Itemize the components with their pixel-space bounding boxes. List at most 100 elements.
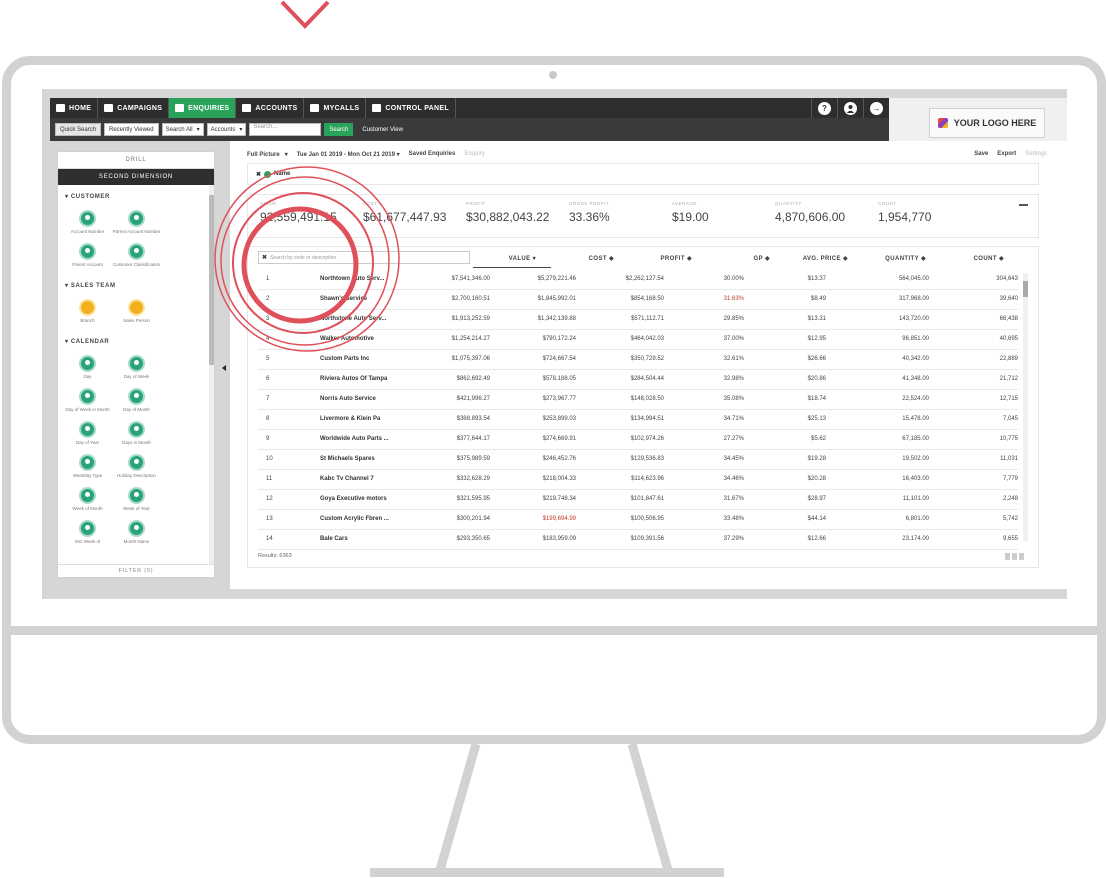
dimension-item[interactable]: Week of Month bbox=[63, 487, 112, 517]
dimension-item[interactable]: Branch bbox=[63, 299, 112, 329]
minimize-icon[interactable] bbox=[1019, 204, 1028, 206]
left-scrollbar[interactable] bbox=[209, 185, 214, 565]
row-cell: 7,045 bbox=[1002, 416, 1018, 422]
settings-button[interactable]: Settings bbox=[1025, 151, 1047, 157]
logout-arrow-icon[interactable]: → bbox=[870, 101, 883, 115]
drill-tab[interactable]: DRILL bbox=[58, 152, 214, 169]
user-icon[interactable] bbox=[844, 101, 857, 115]
dimension-item[interactable]: Day of Week in Month bbox=[63, 388, 112, 418]
column-header[interactable]: PROFIT ◆ bbox=[661, 255, 692, 262]
section-title[interactable]: ▾ CALENDAR bbox=[58, 338, 214, 345]
saved-enquiries-link[interactable]: Saved Enquiries bbox=[409, 151, 456, 157]
dimension-item[interactable]: Days in Month bbox=[112, 421, 161, 451]
column-header[interactable]: COST ◆ bbox=[589, 255, 614, 262]
row-cell: 33.48% bbox=[723, 516, 744, 522]
second-dimension-tab[interactable]: SECOND DIMENSION bbox=[58, 169, 214, 185]
row-index: 14 bbox=[266, 536, 273, 542]
table-row[interactable]: 9 Worldwide Auto Parts ... $377,644.17 $274… bbox=[258, 430, 1018, 450]
dimension-item[interactable]: Day bbox=[63, 355, 112, 385]
dimension-item[interactable]: Day of Month bbox=[112, 388, 161, 418]
dimension-icon-grid: Day Day of Week Day of Week in Month Day of… bbox=[58, 355, 214, 553]
dimension-item[interactable]: Customer Classification bbox=[112, 243, 161, 273]
nav-item-home[interactable]: HOME bbox=[50, 98, 99, 118]
dimension-label: Weekday Type bbox=[72, 473, 103, 478]
dimension-icon bbox=[79, 388, 96, 405]
dimension-item[interactable]: Week of Year bbox=[112, 487, 161, 517]
dimension-item[interactable]: Parent Account Number bbox=[112, 210, 161, 240]
dimension-item[interactable]: Sales Person bbox=[112, 299, 161, 329]
dimension-item[interactable]: Day of Week bbox=[112, 355, 161, 385]
kpi-label: PROFIT bbox=[466, 201, 486, 206]
dimension-icon bbox=[79, 454, 96, 471]
column-header[interactable]: QUANTITY ◆ bbox=[885, 255, 926, 262]
grid-scrollbar[interactable] bbox=[1023, 273, 1028, 541]
table-row[interactable]: 6 Riviera Autos Of Tampa $862,692.49 $578,1… bbox=[258, 370, 1018, 390]
save-button[interactable]: Save bbox=[974, 151, 988, 157]
pager[interactable] bbox=[1005, 553, 1024, 560]
nav-item-mycalls[interactable]: MYCALLS bbox=[304, 98, 367, 118]
column-header[interactable]: GP ◆ bbox=[754, 255, 770, 262]
search-input[interactable]: Search... bbox=[249, 123, 322, 136]
row-cell: $377,644.17 bbox=[456, 436, 490, 442]
column-header[interactable]: AVG. PRICE ◆ bbox=[803, 255, 848, 262]
row-index: 8 bbox=[266, 416, 270, 422]
table-row[interactable]: 4 Walker Automotive $1,254,214.27 $790,172.… bbox=[258, 330, 1018, 350]
nav-item-accounts[interactable]: ACCOUNTS bbox=[236, 98, 305, 118]
nav-item-campaigns[interactable]: CAMPAIGNS bbox=[98, 98, 170, 118]
customer-view-link[interactable]: Customer View bbox=[362, 127, 403, 133]
close-icon[interactable]: ✖ bbox=[256, 171, 261, 178]
table-row[interactable]: 11 Kabc Tv Channel 7 $332,628.29 $218,004.3… bbox=[258, 470, 1018, 490]
table-row[interactable]: 7 Norris Auto Service $421,996.27 $273,967.… bbox=[258, 390, 1018, 410]
table-row[interactable]: 13 Custom Acrylic Fbren ... $300,201.94 $19… bbox=[258, 510, 1018, 530]
nav-item-control-panel[interactable]: CONTROL PANEL bbox=[366, 98, 456, 118]
filter-bar[interactable]: FILTER (0) bbox=[58, 564, 214, 577]
kpi-label: QUANTITY bbox=[775, 201, 802, 206]
scroll-thumb[interactable] bbox=[209, 195, 214, 365]
dimension-item[interactable]: Parent Account bbox=[63, 243, 112, 273]
help-icon[interactable]: ? bbox=[818, 101, 831, 115]
dimension-item[interactable]: Account Number bbox=[63, 210, 112, 240]
search-button[interactable]: Search bbox=[324, 123, 354, 136]
dimension-item[interactable]: Weekday Type bbox=[63, 454, 112, 484]
dimension-item[interactable]: Month Name bbox=[112, 520, 161, 550]
dimension-label: Day of Week bbox=[123, 374, 150, 379]
row-index: 5 bbox=[266, 356, 270, 362]
scroll-thumb[interactable] bbox=[1023, 281, 1028, 297]
recently-viewed-button[interactable]: Recently Viewed bbox=[104, 123, 159, 136]
table-row[interactable]: 8 Livermore & Klein Pa $388,893.54 $253,899… bbox=[258, 410, 1018, 430]
table-row[interactable]: 12 Goya Executive motors $321,595.95 $219,7… bbox=[258, 490, 1018, 510]
page-dot[interactable] bbox=[1019, 553, 1024, 560]
kpi-value: $30,882,043.22 bbox=[466, 210, 550, 224]
page-dot[interactable] bbox=[1012, 553, 1017, 560]
table-row[interactable]: 5 Custom Parts Inc $1,075,397.06 $724,667.5… bbox=[258, 350, 1018, 370]
full-picture-select[interactable]: Full Picture ▾ bbox=[247, 151, 288, 158]
date-range-select[interactable]: Tue Jan 01 2019 - Mon Oct 21 2019 ▾ bbox=[297, 151, 400, 158]
table-row[interactable]: 1 Northtown Auto Serv... $7,541,346.00 $5,2… bbox=[258, 270, 1018, 290]
search-all-select[interactable]: Search All ▾ bbox=[161, 123, 204, 136]
kpi-item: AVERAGE $19.00 bbox=[672, 201, 709, 224]
section-title[interactable]: ▾ SALES TEAM bbox=[58, 282, 214, 289]
dimension-item[interactable]: ISO Week of bbox=[63, 520, 112, 550]
section-title[interactable]: ▾ CUSTOMER bbox=[58, 193, 214, 200]
column-header[interactable]: COUNT ◆ bbox=[974, 255, 1004, 262]
nav-item-enquiries[interactable]: ENQUIRIES bbox=[169, 98, 237, 118]
column-header[interactable]: VALUE ▾ bbox=[509, 255, 536, 262]
row-name: Bale Cars bbox=[320, 536, 348, 542]
row-cell: 39,640 bbox=[999, 296, 1018, 302]
dimension-item[interactable]: Day of Year bbox=[63, 421, 112, 451]
export-button[interactable]: Export bbox=[997, 151, 1016, 157]
table-row[interactable]: 10 St Michaels Spares $375,989.59 $246,452.… bbox=[258, 450, 1018, 470]
table-row[interactable]: 2 Shawn's Service $2,700,160.51 $1,845,992.… bbox=[258, 290, 1018, 310]
page-dot[interactable] bbox=[1005, 553, 1010, 560]
table-row[interactable]: 3 Northstone Auto Serv... $1,913,252.59 $1,… bbox=[258, 310, 1018, 330]
row-cell: $18.74 bbox=[807, 396, 826, 402]
row-index: 4 bbox=[266, 336, 270, 342]
accounts-select[interactable]: Accounts ▾ bbox=[206, 123, 247, 136]
quick-search-button[interactable]: Quick Search bbox=[55, 123, 102, 136]
dimension-item[interactable]: Holiday Description bbox=[112, 454, 161, 484]
collapse-panel-icon[interactable] bbox=[222, 365, 226, 371]
dimension-icon bbox=[128, 421, 145, 438]
table-row[interactable]: 14 Bale Cars $293,350.65 $183,959.09 $109,39… bbox=[258, 530, 1018, 550]
row-cell: 96,851.00 bbox=[902, 336, 929, 342]
kpi-item: VALUE 92,559,491.15 bbox=[260, 201, 337, 224]
